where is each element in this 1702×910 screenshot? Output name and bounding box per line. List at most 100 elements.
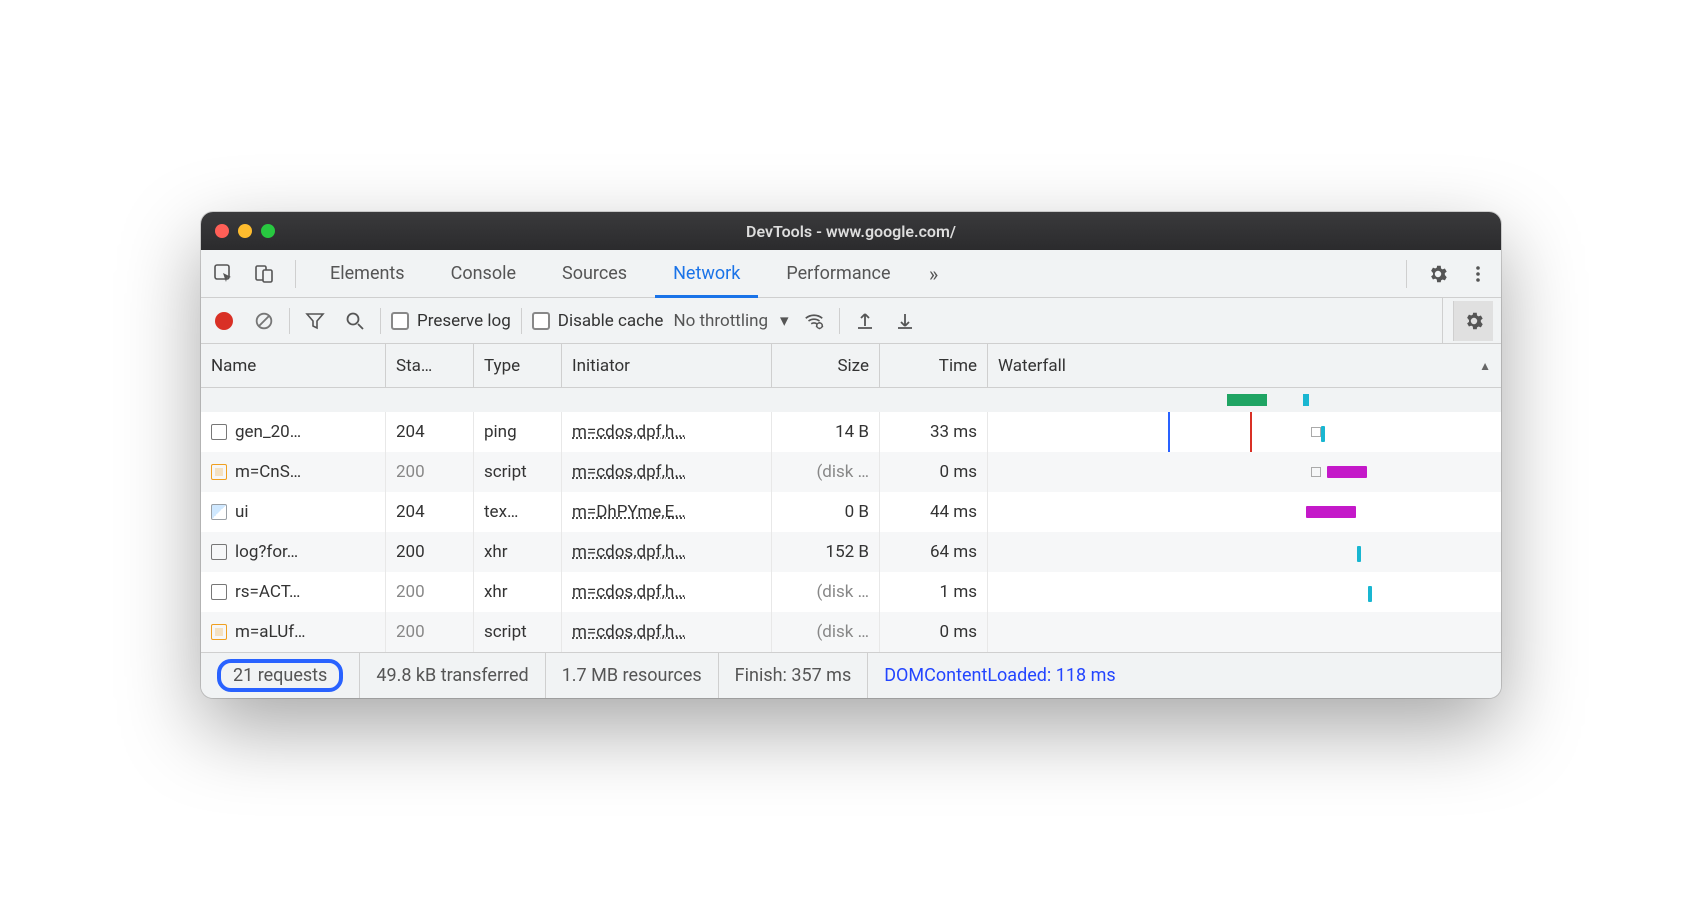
request-list: gen_20…204pingm=cdos,dpf,h…14 B33 msm=Cn… — [201, 388, 1501, 652]
request-row[interactable]: log?for…200xhrm=cdos,dpf,h…152 B64 ms — [201, 532, 1501, 572]
cell-status: 204 — [386, 412, 474, 452]
cell-type: script — [474, 612, 562, 652]
cell-name: ui — [201, 492, 386, 532]
separator — [289, 308, 290, 334]
col-header-size[interactable]: Size — [772, 344, 880, 387]
cell-status: 200 — [386, 612, 474, 652]
cell-type: xhr — [474, 532, 562, 572]
status-requests: 21 requests — [201, 653, 360, 698]
cell-waterfall — [988, 612, 1501, 652]
file-type-icon — [211, 624, 227, 640]
cell-status: 200 — [386, 572, 474, 612]
sort-caret-icon: ▲ — [1479, 359, 1491, 373]
import-har-icon[interactable] — [850, 306, 880, 336]
disable-cache-label: Disable cache — [558, 311, 664, 331]
cell-initiator[interactable]: m=cdos,dpf,h… — [562, 612, 772, 652]
record-button[interactable] — [209, 306, 239, 336]
clear-button[interactable] — [249, 306, 279, 336]
cell-waterfall — [988, 412, 1501, 452]
cell-name: log?for… — [201, 532, 386, 572]
disable-cache-checkbox[interactable]: Disable cache — [532, 311, 664, 331]
cell-initiator[interactable]: m=cdos,dpf,h… — [562, 532, 772, 572]
col-header-type[interactable]: Type — [474, 344, 562, 387]
cell-waterfall — [988, 492, 1501, 532]
col-header-waterfall[interactable]: Waterfall ▲ — [988, 344, 1501, 387]
cell-status: 200 — [386, 532, 474, 572]
status-dcl: DOMContentLoaded: 118 ms — [868, 653, 1131, 698]
request-row[interactable]: gen_20…204pingm=cdos,dpf,h…14 B33 ms — [201, 412, 1501, 452]
settings-gear-icon[interactable] — [1423, 259, 1453, 289]
preserve-log-label: Preserve log — [417, 311, 511, 331]
cell-size: 152 B — [772, 532, 880, 572]
file-type-icon — [211, 584, 227, 600]
overview-strip — [201, 388, 1501, 412]
filter-icon[interactable] — [300, 306, 330, 336]
cell-initiator[interactable]: m=cdos,dpf,h… — [562, 452, 772, 492]
cell-initiator[interactable]: m=cdos,dpf,h… — [562, 572, 772, 612]
separator — [380, 308, 381, 334]
search-icon[interactable] — [340, 306, 370, 336]
request-row[interactable]: m=aLUf…200scriptm=cdos,dpf,h…(disk …0 ms — [201, 612, 1501, 652]
cell-waterfall — [988, 572, 1501, 612]
column-headers: Name Sta… Type Initiator Size Time Water… — [201, 344, 1501, 388]
tab-console[interactable]: Console — [433, 250, 534, 298]
cell-name: rs=ACT… — [201, 572, 386, 612]
inspect-element-icon[interactable] — [209, 259, 239, 289]
cell-time: 0 ms — [880, 452, 988, 492]
col-header-time[interactable]: Time — [880, 344, 988, 387]
request-row[interactable]: ui204tex…m=DhPYme,E…0 B44 ms — [201, 492, 1501, 532]
network-toolbar: Preserve log Disable cache No throttling… — [201, 298, 1501, 344]
separator — [839, 308, 840, 334]
more-tabs-icon[interactable]: » — [919, 259, 949, 289]
separator — [1406, 260, 1407, 288]
cell-status: 200 — [386, 452, 474, 492]
throttling-select[interactable]: No throttling ▾ — [673, 311, 788, 331]
status-resources: 1.7 MB resources — [546, 653, 719, 698]
device-toolbar-icon[interactable] — [249, 259, 279, 289]
cell-size: (disk … — [772, 572, 880, 612]
tab-performance[interactable]: Performance — [768, 250, 908, 298]
cell-time: 64 ms — [880, 532, 988, 572]
devtools-window: DevTools - www.google.com/ Elements Cons… — [201, 212, 1501, 698]
cell-initiator[interactable]: m=DhPYme,E… — [562, 492, 772, 532]
cell-size: (disk … — [772, 452, 880, 492]
cell-type: ping — [474, 412, 562, 452]
cell-type: xhr — [474, 572, 562, 612]
export-har-icon[interactable] — [890, 306, 920, 336]
throttling-value: No throttling — [673, 311, 768, 331]
window-title: DevTools - www.google.com/ — [201, 222, 1501, 241]
col-header-initiator[interactable]: Initiator — [562, 344, 772, 387]
status-bar: 21 requests 49.8 kB transferred 1.7 MB r… — [201, 652, 1501, 698]
request-row[interactable]: m=CnS…200scriptm=cdos,dpf,h…(disk …0 ms — [201, 452, 1501, 492]
file-type-icon — [211, 424, 227, 440]
cell-size: 14 B — [772, 412, 880, 452]
titlebar: DevTools - www.google.com/ — [201, 212, 1501, 250]
network-conditions-icon[interactable] — [799, 306, 829, 336]
cell-status: 204 — [386, 492, 474, 532]
cell-initiator[interactable]: m=cdos,dpf,h… — [562, 412, 772, 452]
tab-sources[interactable]: Sources — [544, 250, 645, 298]
request-row[interactable]: rs=ACT…200xhrm=cdos,dpf,h…(disk …1 ms — [201, 572, 1501, 612]
cell-name: m=CnS… — [201, 452, 386, 492]
cell-waterfall — [988, 532, 1501, 572]
cell-time: 1 ms — [880, 572, 988, 612]
cell-size: (disk … — [772, 612, 880, 652]
file-type-icon — [211, 504, 227, 520]
tab-network[interactable]: Network — [655, 250, 758, 298]
separator — [521, 308, 522, 334]
col-header-name[interactable]: Name — [201, 344, 386, 387]
kebab-menu-icon[interactable] — [1463, 259, 1493, 289]
file-type-icon — [211, 544, 227, 560]
col-header-status[interactable]: Sta… — [386, 344, 474, 387]
cell-name: gen_20… — [201, 412, 386, 452]
tab-elements[interactable]: Elements — [312, 250, 423, 298]
status-finish: Finish: 357 ms — [719, 653, 869, 698]
status-transferred: 49.8 kB transferred — [360, 653, 545, 698]
requests-count-pill: 21 requests — [217, 659, 343, 692]
file-type-icon — [211, 464, 227, 480]
chevron-down-icon: ▾ — [780, 311, 789, 331]
separator — [1442, 298, 1443, 344]
cell-waterfall — [988, 452, 1501, 492]
preserve-log-checkbox[interactable]: Preserve log — [391, 311, 511, 331]
network-settings-gear-icon[interactable] — [1453, 301, 1493, 341]
